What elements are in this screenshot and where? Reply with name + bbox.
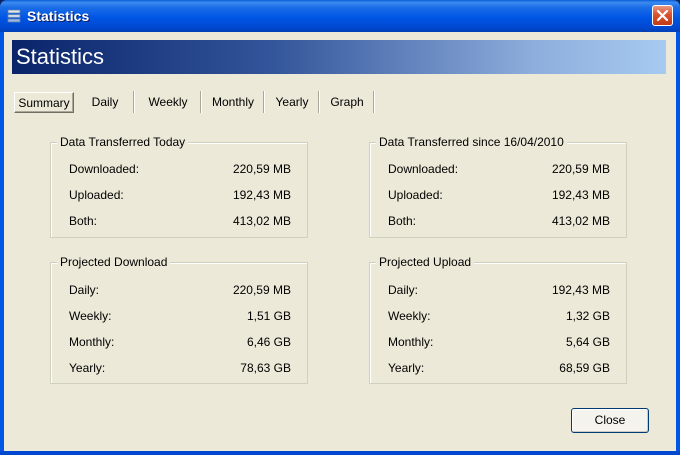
header-banner: Statistics [12, 40, 666, 74]
stat-row: Uploaded: 192,43 MB [51, 188, 307, 204]
stat-row: Uploaded: 192,43 MB [370, 188, 626, 204]
stat-value: 5,64 GB [565, 335, 610, 349]
close-icon [656, 9, 669, 22]
stat-value: 192,43 MB [551, 283, 610, 297]
group-title: Projected Upload [376, 255, 475, 269]
group-title: Projected Download [57, 255, 171, 269]
tab-separator [200, 91, 202, 113]
stat-row: Yearly: 78,63 GB [51, 361, 307, 377]
window-title: Statistics [27, 8, 90, 24]
stat-label: Both: [388, 214, 417, 228]
tab-weekly[interactable]: Weekly [138, 91, 198, 113]
tab-graph[interactable]: Graph [322, 91, 372, 113]
group-data-today: Data Transferred Today Downloaded: 220,5… [50, 135, 308, 238]
stat-row: Monthly: 6,46 GB [51, 335, 307, 351]
stat-label: Weekly: [388, 309, 431, 323]
window-frame-bottom [0, 451, 680, 455]
stat-row: Downloaded: 220,59 MB [51, 162, 307, 178]
tab-separator [318, 91, 320, 113]
stat-row: Weekly: 1,32 GB [370, 309, 626, 325]
close-button[interactable]: Close [571, 408, 649, 433]
group-title: Data Transferred since 16/04/2010 [376, 135, 567, 149]
banner-title: Statistics [16, 44, 105, 69]
statistics-window: Statistics Statistics Summary Daily Week… [0, 0, 680, 455]
tab-daily[interactable]: Daily [77, 91, 133, 113]
stat-row: Weekly: 1,51 GB [51, 309, 307, 325]
stat-label: Both: [69, 214, 98, 228]
stat-label: Monthly: [388, 335, 434, 349]
title-bar[interactable]: Statistics [0, 0, 680, 32]
stat-value: 192,43 MB [551, 188, 610, 202]
stat-value: 1,51 GB [246, 309, 291, 323]
group-projected-upload: Projected Upload Daily: 192,43 MB Weekly… [369, 255, 627, 384]
stat-row: Both: 413,02 MB [51, 214, 307, 230]
tab-summary[interactable]: Summary [14, 92, 74, 113]
stat-label: Daily: [69, 283, 100, 297]
stat-value: 6,46 GB [246, 335, 291, 349]
stat-label: Yearly: [69, 361, 106, 375]
stat-label: Weekly: [69, 309, 112, 323]
stat-label: Downloaded: [388, 162, 459, 176]
stat-value: 192,43 MB [232, 188, 291, 202]
stat-value: 78,63 GB [240, 361, 291, 375]
stat-label: Yearly: [388, 361, 425, 375]
stat-label: Monthly: [69, 335, 115, 349]
stat-row: Both: 413,02 MB [370, 214, 626, 230]
group-projected-download: Projected Download Daily: 220,59 MB Week… [50, 255, 308, 384]
stat-value: 413,02 MB [551, 214, 610, 228]
window-frame-right [676, 32, 680, 455]
tab-yearly[interactable]: Yearly [266, 91, 318, 113]
stat-label: Uploaded: [388, 188, 443, 202]
stat-value: 220,59 MB [232, 162, 291, 176]
stat-label: Daily: [388, 283, 419, 297]
dialog-body: Statistics Summary Daily Weekly Monthly … [4, 32, 676, 451]
stat-value: 68,59 GB [559, 361, 610, 375]
stat-row: Yearly: 68,59 GB [370, 361, 626, 377]
stat-value: 220,59 MB [232, 283, 291, 297]
stat-value: 1,32 GB [565, 309, 610, 323]
stat-value: 413,02 MB [232, 214, 291, 228]
group-title: Data Transferred Today [57, 135, 189, 149]
stat-value: 220,59 MB [551, 162, 610, 176]
stat-row: Daily: 220,59 MB [51, 283, 307, 299]
tab-separator [133, 91, 135, 113]
tab-separator [373, 91, 375, 113]
stat-row: Monthly: 5,64 GB [370, 335, 626, 351]
stat-row: Downloaded: 220,59 MB [370, 162, 626, 178]
tab-monthly[interactable]: Monthly [204, 91, 262, 113]
group-data-since: Data Transferred since 16/04/2010 Downlo… [369, 135, 627, 238]
stat-label: Downloaded: [69, 162, 140, 176]
stat-row: Daily: 192,43 MB [370, 283, 626, 299]
window-close-button[interactable] [652, 5, 673, 26]
tab-separator [263, 91, 265, 113]
stat-label: Uploaded: [69, 188, 124, 202]
app-icon [7, 9, 21, 23]
